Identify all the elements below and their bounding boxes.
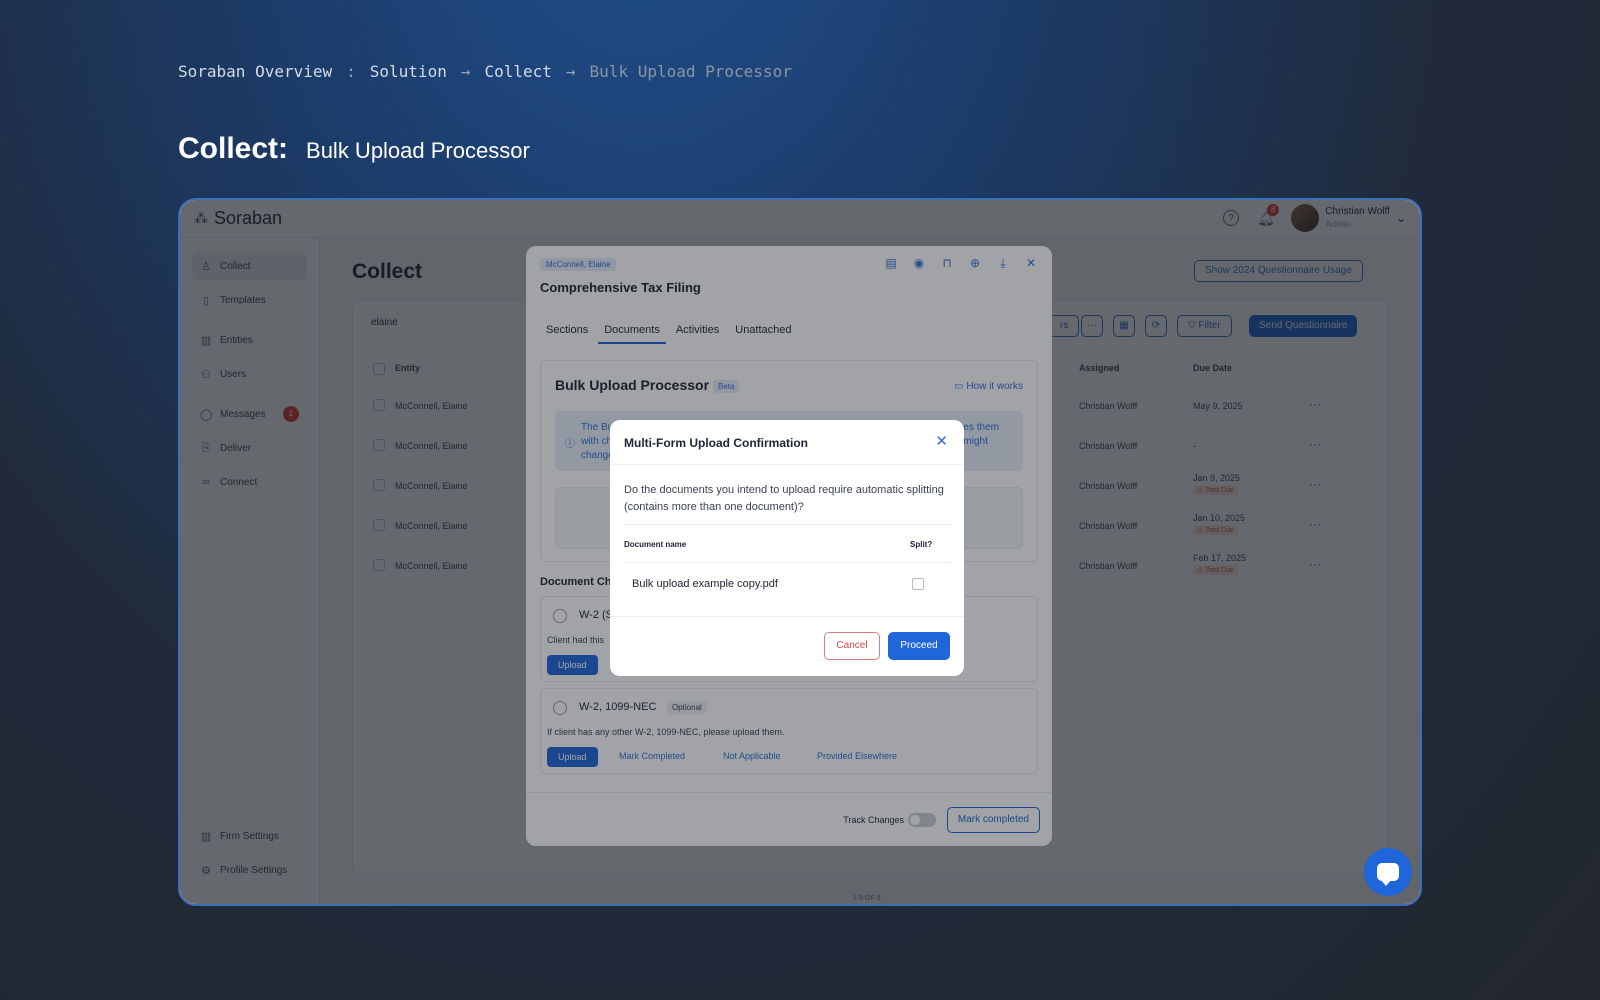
divider xyxy=(624,562,950,563)
arrow-right-icon: → xyxy=(565,62,576,81)
upload-confirmation-modal: Multi-Form Upload Confirmation ✕ Do the … xyxy=(610,420,964,676)
close-icon[interactable]: ✕ xyxy=(935,432,948,450)
chat-launcher[interactable] xyxy=(1364,848,1412,896)
page-heading-feature: Bulk Upload Processor xyxy=(306,138,530,163)
divider xyxy=(610,616,964,617)
breadcrumb-solution[interactable]: Solution xyxy=(370,62,447,81)
breadcrumb-root[interactable]: Soraban Overview xyxy=(178,62,332,81)
split-checkbox[interactable] xyxy=(912,578,924,590)
proceed-button[interactable]: Proceed xyxy=(888,632,950,660)
breadcrumb: Soraban Overview : Solution → Collect → … xyxy=(178,62,792,81)
document-file-name: Bulk upload example copy.pdf xyxy=(632,578,778,590)
page-heading-section: Collect: xyxy=(178,132,289,165)
column-header-split: Split? xyxy=(910,540,933,549)
cancel-button[interactable]: Cancel xyxy=(824,632,880,660)
modal-question: Do the documents you intend to upload re… xyxy=(624,484,944,513)
breadcrumb-collect[interactable]: Collect xyxy=(484,62,551,81)
column-header-document-name: Document name xyxy=(624,540,687,549)
modal-title: Multi-Form Upload Confirmation xyxy=(624,436,808,450)
chat-bubble-icon xyxy=(1377,863,1399,886)
divider xyxy=(610,464,964,465)
divider xyxy=(624,524,950,525)
app-window: ⁂ Soraban ? 🔔︎ 8 Christian Wolff Admin ⌄ … xyxy=(178,198,1422,906)
page-heading: Collect: Bulk Upload Processor xyxy=(178,132,530,166)
breadcrumb-separator: : xyxy=(346,62,356,81)
arrow-right-icon: → xyxy=(460,62,471,81)
breadcrumb-current: Bulk Upload Processor xyxy=(589,62,792,81)
